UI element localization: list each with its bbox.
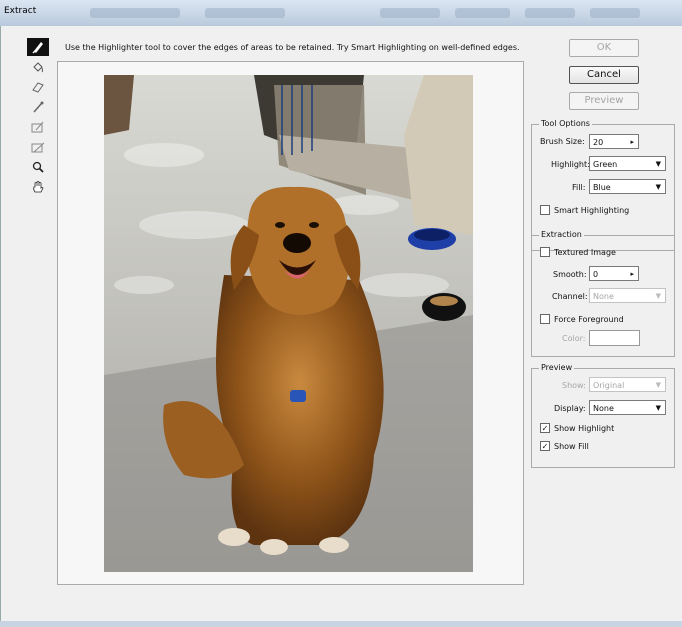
show-highlight-label: Show Highlight (554, 424, 615, 433)
chevron-down-icon: ▼ (655, 160, 661, 168)
force-foreground-checkbox[interactable] (540, 314, 550, 324)
fill-value: Blue (593, 183, 611, 192)
hand-icon[interactable] (27, 178, 49, 196)
background-tab (205, 8, 285, 18)
instruction-text: Use the Highlighter tool to cover the ed… (65, 43, 520, 52)
title-bar: Extract (0, 0, 682, 27)
channel-label: Channel: (552, 292, 588, 301)
color-swatch[interactable] (589, 330, 640, 346)
display-label: Display: (554, 404, 586, 413)
channel-value: None (593, 292, 614, 301)
fill-label: Fill: (572, 183, 586, 192)
textured-image-checkbox[interactable] (540, 247, 550, 257)
chevron-down-icon: ▼ (655, 404, 661, 412)
dog-photo[interactable] (104, 75, 473, 572)
background-tab (525, 8, 575, 18)
display-value: None (593, 404, 614, 413)
show-fill-label: Show Fill (554, 442, 589, 451)
highlight-select[interactable]: Green ▼ (589, 156, 666, 171)
eyedropper-icon[interactable] (27, 98, 49, 116)
window-title: Extract (4, 6, 37, 16)
chevron-down-icon: ▼ (655, 292, 661, 300)
show-fill-checkbox[interactable]: ✓ (540, 441, 550, 451)
toolbox (27, 38, 51, 198)
show-select[interactable]: Original ▼ (589, 377, 666, 392)
background-tab (455, 8, 510, 18)
preview-legend: Preview (539, 363, 575, 372)
smooth-field[interactable]: 0 ▸ (589, 266, 639, 281)
smart-highlighting-checkbox[interactable] (540, 205, 550, 215)
channel-select[interactable]: None ▼ (589, 288, 666, 303)
smart-highlighting-label: Smart Highlighting (554, 206, 630, 215)
edge-highlighter-icon[interactable] (27, 38, 49, 56)
preview-button[interactable]: Preview (569, 92, 639, 110)
cleanup-icon[interactable] (27, 118, 49, 136)
preview-group: Preview Show: Original ▼ Display: None ▼… (531, 363, 675, 468)
tool-options-legend: Tool Options (539, 119, 592, 128)
smooth-label: Smooth: (553, 270, 587, 279)
fill-icon[interactable] (27, 58, 49, 76)
ok-button[interactable]: OK (569, 39, 639, 57)
chevron-down-icon: ▼ (655, 381, 661, 389)
show-value: Original (593, 381, 625, 390)
edge-touchup-icon[interactable] (27, 138, 49, 156)
textured-image-label: Textured Image (554, 248, 616, 257)
force-foreground-label: Force Foreground (554, 315, 624, 324)
brush-size-value: 20 (593, 138, 604, 147)
brush-size-label: Brush Size: (540, 137, 585, 146)
eraser-icon[interactable] (27, 78, 49, 96)
highlight-label: Highlight: (551, 160, 590, 169)
extraction-legend: Extraction (539, 230, 584, 239)
background-tab (590, 8, 640, 18)
show-label: Show: (562, 381, 586, 390)
brush-size-field[interactable]: 20 ▸ (589, 134, 639, 149)
highlight-value: Green (593, 160, 618, 169)
extraction-group: Extraction Textured Image Smooth: 0 ▸ Ch… (531, 230, 675, 357)
cancel-button[interactable]: Cancel (569, 66, 639, 84)
smooth-value: 0 (593, 270, 599, 279)
display-select[interactable]: None ▼ (589, 400, 666, 415)
slider-arrow-icon[interactable]: ▸ (630, 135, 634, 150)
window-bottom-edge (0, 621, 682, 627)
chevron-down-icon: ▼ (655, 183, 661, 191)
background-tab (380, 8, 440, 18)
color-label: Color: (562, 334, 586, 343)
zoom-icon[interactable] (27, 158, 49, 176)
show-highlight-checkbox[interactable]: ✓ (540, 423, 550, 433)
fill-select[interactable]: Blue ▼ (589, 179, 666, 194)
background-tab (90, 8, 180, 18)
slider-arrow-icon[interactable]: ▸ (630, 267, 634, 282)
